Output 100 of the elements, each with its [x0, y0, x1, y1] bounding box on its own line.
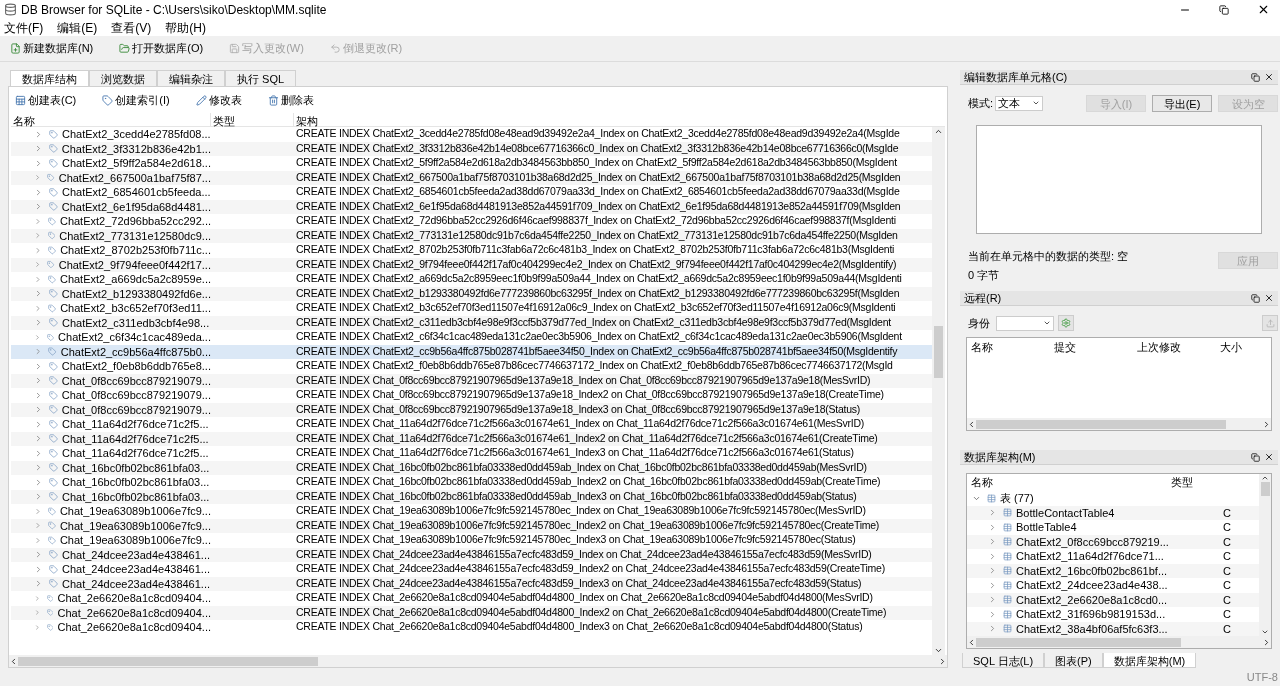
- float-icon[interactable]: [1251, 72, 1260, 82]
- identity-dropdown[interactable]: [996, 315, 1054, 331]
- database-icon: [4, 3, 17, 16]
- column-header[interactable]: 上次修改: [1133, 339, 1216, 356]
- tab[interactable]: SQL 日志(L): [962, 653, 1045, 668]
- table-cell-text: CREATE INDEX ChatExt2_8702b253f0fb711c3fab6a72c6c481b3_Index on ChatExt2_8702b253f0fb711c3fab6a72c6c481b3(MsgIdenti: [295, 242, 895, 258]
- action-button[interactable]: 修改表: [195, 91, 242, 109]
- tree-item[interactable]: ChatExt2_0f8cc69bcc879219...: [1016, 533, 1169, 550]
- column-header[interactable]: 类型: [1167, 474, 1193, 491]
- tab[interactable]: 数据库结构: [10, 70, 89, 86]
- table-cell-text: Chat_0f8cc69bcc879219079...: [61, 373, 211, 389]
- table-cell-text: CREATE INDEX ChatExt2_c311edb3cbf4e98e9f3ccf5b379d77ed_Index on ChatExt2_c311edb3cbf4e98e9f3ccf5b379d77ed(MsgIdent: [295, 314, 891, 330]
- table-cell-text: CREATE INDEX Chat_2e6620e8a1c8cd09404e5abdf04d4800_Index3 on Chat_2e6620e8a1c8cd09404e5abdf04d4800(Status): [295, 619, 863, 635]
- menu-item[interactable]: 编辑(E): [55, 18, 100, 37]
- column-header[interactable]: 大小: [1216, 339, 1271, 356]
- tree-item[interactable]: ChatExt2_24dcee23ad4e438...: [1016, 577, 1168, 594]
- column-header[interactable]: 名称: [967, 339, 1050, 356]
- scroll-down-icon[interactable]: [934, 646, 943, 655]
- table-cell-text: ChatExt2_f0eb8b6ddb765e8...: [61, 359, 211, 374]
- scroll-left-icon[interactable]: [967, 419, 976, 429]
- tree-item[interactable]: 表 (77): [1000, 490, 1034, 507]
- tree-item[interactable]: BottleTable4: [1016, 519, 1077, 536]
- table-cell-text: CREATE INDEX Chat_19ea63089b1006e7fc9fc592145780ec_Index2 on Chat_19ea63089b1006e7fc9fc592145780ec(CreateTime): [295, 517, 880, 533]
- action-button[interactable]: 删除表: [267, 91, 314, 109]
- menu-item[interactable]: 帮助(H): [163, 18, 208, 37]
- index-icon: [49, 448, 58, 458]
- table-icon: [1003, 595, 1012, 605]
- table-cell-text: C: [1223, 520, 1231, 535]
- table-cell-text: CREATE INDEX ChatExt2_773131e12580dc91b7c6da454ffe2250_Index on ChatExt2_773131e12580dc91b7c6da454ffe2250(MsgIden: [295, 227, 898, 243]
- close-icon[interactable]: [1264, 72, 1274, 82]
- scroll-thumb[interactable]: [1260, 482, 1270, 496]
- column-header[interactable]: 架构: [294, 113, 945, 126]
- scroll-thumb[interactable]: [18, 656, 318, 666]
- tab[interactable]: 编辑杂注: [157, 70, 225, 86]
- vertical-scrollbar[interactable]: [932, 127, 945, 655]
- table-cell-text: CREATE INDEX Chat_0f8cc69bcc87921907965d9e137a9e18_Index on Chat_0f8cc69bcc87921907965d9e137a9e18(MesSvrID): [295, 372, 871, 388]
- menu-item[interactable]: 查看(V): [109, 18, 154, 37]
- horizontal-scrollbar[interactable]: [967, 418, 1271, 430]
- tab[interactable]: 数据库架构(M): [1102, 653, 1197, 668]
- column-header[interactable]: 名称: [11, 113, 211, 126]
- table-cell-text: ChatExt2_72d96bba52cc292...: [59, 214, 211, 229]
- column-header[interactable]: 名称: [967, 474, 1167, 491]
- toolbar-icon: [329, 43, 341, 54]
- table-cell-text: ChatExt2_c6f34c1cac489eda...: [58, 330, 211, 345]
- action-button[interactable]: 创建表(C): [15, 91, 77, 109]
- scroll-left-icon[interactable]: [967, 637, 976, 647]
- push-button[interactable]: [1262, 315, 1278, 332]
- table-cell-text: Chat_24dcee23ad4e438461...: [62, 547, 211, 563]
- float-icon[interactable]: [1251, 452, 1260, 462]
- tree-item[interactable]: ChatExt2_31f696b9819153d...: [1016, 606, 1166, 623]
- menu-item[interactable]: 文件(F): [2, 18, 46, 37]
- scroll-thumb[interactable]: [976, 637, 1181, 647]
- window-title: DB Browser for SQLite - C:\Users\siko\Desktop\MM.sqlite: [21, 1, 328, 19]
- scroll-thumb[interactable]: [976, 419, 1226, 429]
- horizontal-scrollbar[interactable]: [967, 636, 1271, 648]
- close-icon[interactable]: [1257, 3, 1270, 16]
- close-icon[interactable]: [1264, 293, 1274, 304]
- table-cell-text: ChatExt2_3cedd4e2785fd08...: [62, 127, 211, 142]
- scroll-right-icon[interactable]: [1262, 637, 1271, 647]
- toolbar-button[interactable]: 打开数据库(O): [119, 40, 204, 57]
- index-icon: [48, 347, 57, 357]
- scroll-down-icon[interactable]: [1261, 628, 1269, 636]
- vertical-scrollbar[interactable]: [1259, 474, 1271, 636]
- column-header[interactable]: 提交: [1050, 339, 1133, 356]
- data-type-text: 当前在单元格中的数据的类型: 空: [968, 249, 1130, 265]
- action-button[interactable]: 创建索引(I): [102, 91, 170, 109]
- index-icon: [47, 173, 55, 183]
- scroll-up-icon[interactable]: [1261, 474, 1269, 482]
- cell-text-area[interactable]: [976, 125, 1262, 235]
- index-icon: [48, 158, 58, 168]
- table-cell-text: CREATE INDEX Chat_24dcee23ad4e43846155a7ecfc483d59_Index on Chat_24dcee23ad4e43846155a7ecfc483d59(MesSvrID): [295, 546, 872, 562]
- restore-icon[interactable]: [1219, 4, 1229, 15]
- tab[interactable]: 浏览数据: [89, 70, 157, 86]
- scroll-left-icon[interactable]: [9, 656, 18, 666]
- scroll-right-icon[interactable]: [1262, 419, 1271, 429]
- horizontal-scrollbar[interactable]: [9, 655, 947, 667]
- tree-item[interactable]: ChatExt2_38a4bf06af5fc63f3...: [1016, 620, 1168, 637]
- mode-dropdown[interactable]: 文本: [995, 95, 1044, 111]
- table-cell-text: CREATE INDEX Chat_16bc0fb02bc861bfa03338ed0dd459ab_Index on Chat_16bc0fb02bc861bfa03338ed0dd459ab(MesSvrID): [295, 459, 867, 475]
- column-header[interactable]: 类型: [211, 113, 294, 126]
- tree-item[interactable]: ChatExt2_11a64d2f76dce71...: [1016, 548, 1164, 565]
- toolbar-button[interactable]: 新建数据库(N): [10, 40, 94, 57]
- cell-button[interactable]: 导出(E): [1152, 94, 1212, 112]
- table-cell-text: CREATE INDEX Chat_24dcee23ad4e43846155a7ecfc483d59_Index3 on Chat_24dcee23ad4e43846155a7ecfc483d59(Status): [295, 575, 862, 591]
- table-cell-text: CREATE INDEX Chat_0f8cc69bcc87921907965d9e137a9e18_Index3 on Chat_0f8cc69bcc87921907965d9e137a9e18(Status): [295, 401, 861, 417]
- tree-item[interactable]: ChatExt2_2e6620e8a1c8cd0...: [1016, 591, 1168, 608]
- float-icon[interactable]: [1251, 293, 1260, 303]
- close-icon[interactable]: [1264, 452, 1274, 462]
- scroll-up-icon[interactable]: [934, 127, 943, 136]
- index-icon: [47, 506, 56, 516]
- tree-item[interactable]: ChatExt2_16bc0fb02bc861bf...: [1016, 562, 1168, 579]
- scroll-thumb[interactable]: [934, 326, 943, 378]
- tab[interactable]: 执行 SQL: [225, 70, 297, 86]
- scroll-right-icon[interactable]: [938, 656, 947, 666]
- index-icon: [48, 144, 58, 154]
- index-icon: [48, 202, 58, 212]
- settings-button[interactable]: [1058, 315, 1074, 332]
- tree-item[interactable]: BottleContactTable4: [1016, 504, 1115, 521]
- index-icon: [48, 361, 58, 371]
- tab[interactable]: 图表(P): [1044, 653, 1103, 668]
